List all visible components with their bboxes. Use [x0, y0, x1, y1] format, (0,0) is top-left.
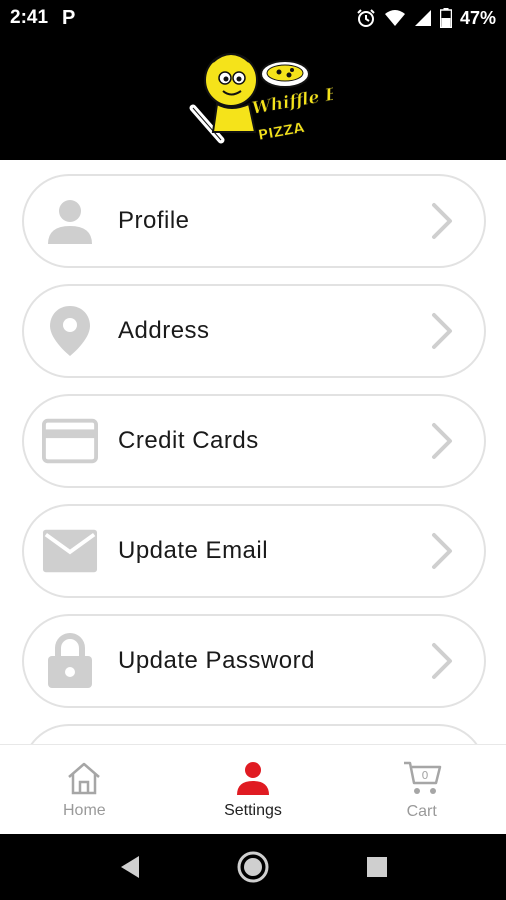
person-icon	[42, 193, 98, 249]
chevron-right-icon	[432, 313, 452, 349]
nav-cart[interactable]: 0 Cart	[337, 745, 506, 834]
whiffle-boys-pizza-logo: Whiffle Boy's PIZZA	[189, 53, 333, 144]
chevron-right-icon	[432, 643, 452, 679]
alarm-icon	[357, 9, 375, 27]
bottom-nav: Home Settings 0 Cart	[0, 744, 506, 834]
menu-item-label: Profile	[118, 207, 190, 234]
signal-icon	[414, 10, 431, 26]
home-button-icon[interactable]	[236, 850, 270, 884]
menu-item-profile[interactable]: Profile	[22, 174, 486, 268]
battery-percentage: 47%	[459, 7, 496, 28]
nav-cart-label: Cart	[406, 802, 437, 820]
status-bar: 2:41 P 47%	[0, 0, 506, 36]
status-time: 2:41	[10, 7, 49, 28]
home-icon	[68, 762, 101, 794]
system-nav-bar	[0, 834, 506, 900]
menu-item-partial[interactable]	[22, 724, 486, 744]
back-button-icon[interactable]	[117, 854, 141, 880]
menu-item-label: Credit Cards	[118, 427, 259, 454]
nav-settings[interactable]: Settings	[169, 745, 338, 834]
menu-item-label: Address	[118, 317, 210, 344]
menu-item-update-password[interactable]: Update Password	[22, 614, 486, 708]
battery-icon	[439, 8, 452, 28]
menu-item-address[interactable]: Address	[22, 284, 486, 378]
svg-text:PIZZA: PIZZA	[257, 120, 306, 144]
nav-home-label: Home	[62, 801, 106, 819]
person-icon	[237, 761, 269, 795]
chevron-right-icon	[432, 423, 452, 459]
lock-icon	[42, 633, 98, 689]
cart-icon: 0	[403, 761, 441, 794]
location-pin-icon	[42, 303, 98, 359]
cart-count: 0	[421, 769, 428, 782]
recents-button-icon[interactable]	[365, 855, 389, 879]
chevron-right-icon	[432, 533, 452, 569]
notification-app-icon: P	[62, 6, 76, 29]
menu-item-credit-cards[interactable]: Credit Cards	[22, 394, 486, 488]
menu-item-label: Update Email	[118, 537, 269, 564]
app-header: Whiffle Boy's PIZZA	[0, 36, 506, 160]
credit-card-icon	[42, 413, 98, 469]
wifi-icon	[384, 10, 405, 26]
envelope-icon	[42, 523, 98, 579]
nav-settings-label: Settings	[224, 801, 282, 819]
settings-menu: Profile Address Credit Cards Update Emai…	[0, 160, 506, 744]
nav-home[interactable]: Home	[0, 745, 169, 834]
chevron-right-icon	[432, 203, 452, 239]
menu-item-update-email[interactable]: Update Email	[22, 504, 486, 598]
menu-item-label: Update Password	[118, 647, 315, 674]
